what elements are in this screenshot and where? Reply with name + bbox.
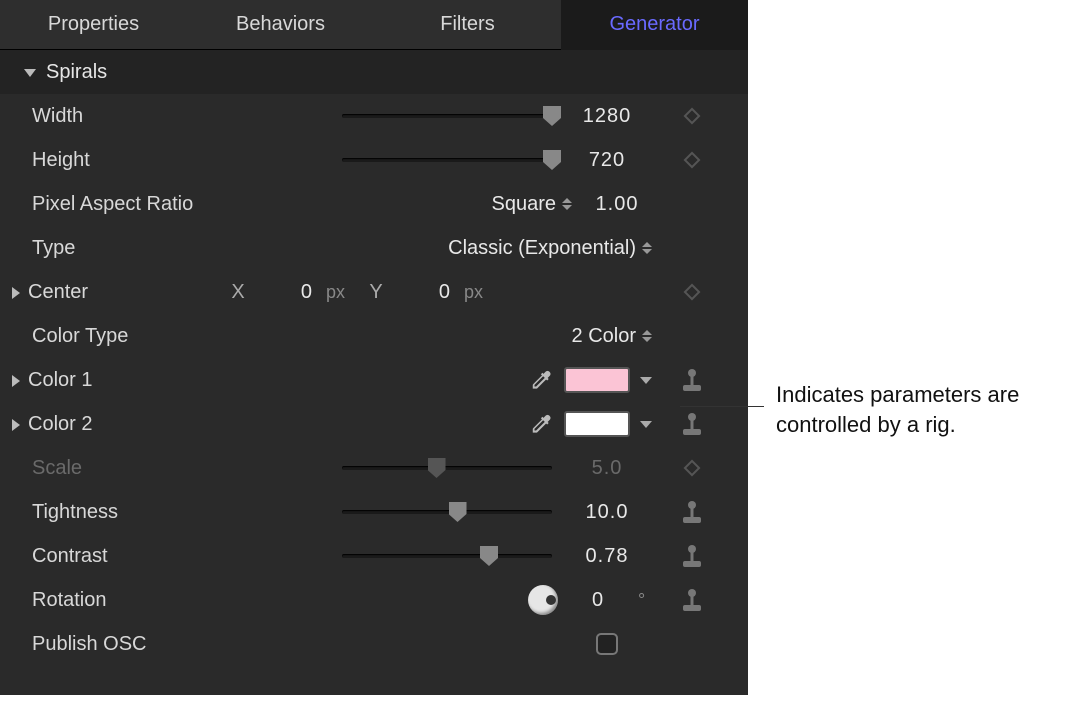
param-row-center: Center X 0 px Y 0 px — [0, 270, 748, 314]
param-row-color1: Color 1 — [0, 358, 748, 402]
param-row-width: Width 1280 — [0, 94, 748, 138]
unit-degree: ° — [638, 590, 652, 611]
param-label: Color 1 — [32, 369, 222, 392]
eyedropper-icon[interactable] — [528, 367, 554, 393]
eyedropper-icon[interactable] — [528, 411, 554, 437]
rig-icon[interactable] — [681, 413, 703, 435]
contrast-slider[interactable] — [342, 546, 552, 566]
color2-label-text: Color 2 — [28, 413, 92, 435]
color2-well[interactable] — [564, 411, 630, 437]
param-label: Height — [32, 149, 222, 172]
unit-px: px — [464, 282, 490, 303]
inspector-panel: Properties Behaviors Filters Generator S… — [0, 0, 748, 695]
width-value[interactable]: 1280 — [562, 105, 652, 128]
section-header-spirals[interactable]: Spirals — [0, 50, 748, 94]
disclosure-triangle-right-icon[interactable] — [12, 375, 20, 387]
contrast-value[interactable]: 0.78 — [562, 545, 652, 568]
keyframe-icon[interactable] — [684, 284, 701, 301]
param-label: Scale — [32, 457, 222, 480]
callout-leader-line — [680, 406, 764, 407]
rig-icon[interactable] — [681, 545, 703, 567]
axis-x-label: X — [228, 281, 248, 304]
tab-label: Filters — [440, 13, 494, 36]
scale-value: 5.0 — [562, 457, 652, 480]
center-x-value[interactable]: 0 — [262, 281, 312, 304]
updown-icon — [562, 198, 572, 210]
param-label: Type — [32, 237, 222, 260]
updown-icon — [642, 242, 652, 254]
rig-icon[interactable] — [681, 589, 703, 611]
disclosure-triangle-right-icon[interactable] — [12, 287, 20, 299]
tab-properties[interactable]: Properties — [0, 0, 187, 50]
param-row-scale: Scale 5.0 — [0, 446, 748, 490]
color1-label-text: Color 1 — [28, 369, 92, 391]
tab-filters[interactable]: Filters — [374, 0, 561, 50]
param-label: Contrast — [32, 545, 222, 568]
param-row-par: Pixel Aspect Ratio Square 1.00 — [0, 182, 748, 226]
param-label: Rotation — [32, 589, 222, 612]
color1-well[interactable] — [564, 367, 630, 393]
inspector-tabbar: Properties Behaviors Filters Generator — [0, 0, 748, 50]
param-label: Center — [32, 281, 222, 304]
param-label: Pixel Aspect Ratio — [32, 193, 222, 216]
scale-slider — [342, 458, 552, 478]
chevron-down-icon[interactable] — [640, 421, 652, 428]
param-row-colortype: Color Type 2 Color — [0, 314, 748, 358]
tab-behaviors[interactable]: Behaviors — [187, 0, 374, 50]
param-row-height: Height 720 — [0, 138, 748, 182]
keyframe-icon[interactable] — [684, 152, 701, 169]
param-row-color2: Color 2 — [0, 402, 748, 446]
param-label: Width — [32, 105, 222, 128]
param-label: Color 2 — [32, 413, 222, 436]
param-label: Publish OSC — [32, 633, 222, 656]
height-slider[interactable] — [342, 150, 552, 170]
unit-px: px — [326, 282, 352, 303]
rotation-value[interactable]: 0 — [568, 589, 628, 612]
param-row-publish-osc: Publish OSC — [0, 622, 748, 666]
par-value[interactable]: 1.00 — [582, 193, 652, 216]
colortype-popup[interactable]: 2 Color — [572, 325, 652, 348]
tab-label: Generator — [609, 13, 699, 36]
section-title: Spirals — [46, 61, 107, 84]
center-label-text: Center — [28, 281, 88, 303]
keyframe-icon[interactable] — [684, 108, 701, 125]
disclosure-triangle-down-icon — [24, 69, 36, 77]
rig-icon[interactable] — [681, 501, 703, 523]
type-option: Classic (Exponential) — [448, 237, 636, 260]
param-row-type: Type Classic (Exponential) — [0, 226, 748, 270]
height-value[interactable]: 720 — [562, 149, 652, 172]
param-row-tightness: Tightness 10.0 — [0, 490, 748, 534]
publish-osc-checkbox[interactable] — [596, 633, 618, 655]
callout-text: Indicates parameters are controlled by a… — [776, 380, 1066, 439]
updown-icon — [642, 330, 652, 342]
tab-label: Properties — [48, 13, 139, 36]
colortype-option: 2 Color — [572, 325, 636, 348]
tab-generator[interactable]: Generator — [561, 0, 748, 50]
param-row-rotation: Rotation 0 ° — [0, 578, 748, 622]
param-label: Tightness — [32, 501, 222, 524]
keyframe-icon[interactable] — [684, 460, 701, 477]
rotation-dial[interactable] — [528, 585, 558, 615]
param-row-contrast: Contrast 0.78 — [0, 534, 748, 578]
axis-y-label: Y — [366, 281, 386, 304]
tab-label: Behaviors — [236, 13, 325, 36]
center-y-value[interactable]: 0 — [400, 281, 450, 304]
par-option: Square — [492, 193, 557, 216]
chevron-down-icon[interactable] — [640, 377, 652, 384]
width-slider[interactable] — [342, 106, 552, 126]
type-popup[interactable]: Classic (Exponential) — [448, 237, 652, 260]
param-label: Color Type — [32, 325, 222, 348]
par-popup[interactable]: Square — [492, 193, 573, 216]
tightness-slider[interactable] — [342, 502, 552, 522]
rig-icon[interactable] — [681, 369, 703, 391]
tightness-value[interactable]: 10.0 — [562, 501, 652, 524]
disclosure-triangle-right-icon[interactable] — [12, 419, 20, 431]
